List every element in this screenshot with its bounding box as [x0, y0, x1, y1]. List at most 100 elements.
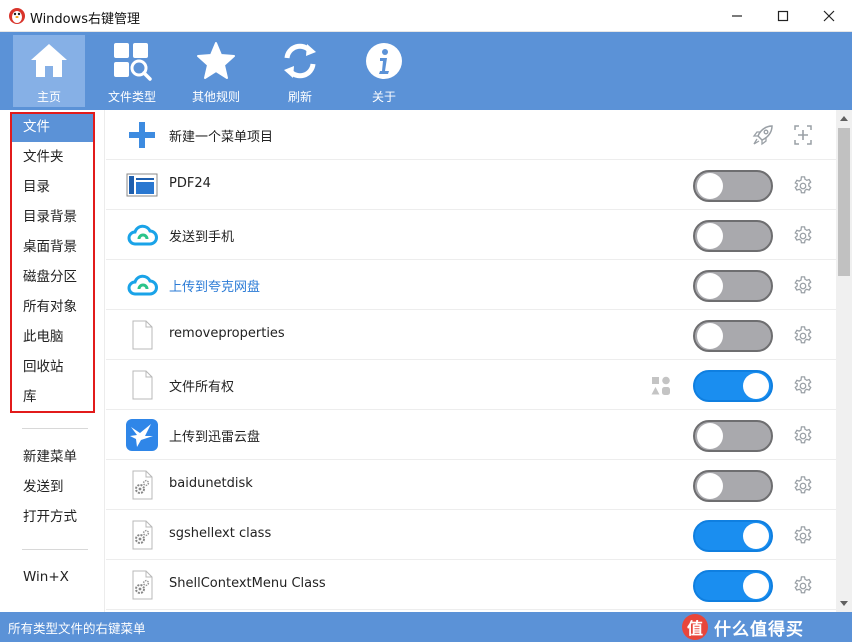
new-menu-item-row[interactable]: 新建一个菜单项目 — [106, 110, 836, 160]
home-icon — [31, 44, 67, 77]
sidebar-item-file[interactable]: 文件 — [10, 113, 94, 142]
gear-icon[interactable] — [792, 525, 814, 547]
sidebar-item-open-with[interactable]: 打开方式 — [10, 503, 94, 532]
toggle-knob — [743, 373, 769, 399]
minimize-button[interactable] — [714, 0, 760, 32]
sidebar-item-library[interactable]: 库 — [10, 383, 94, 412]
toolbar-refresh-button[interactable]: 刷新 — [264, 35, 336, 107]
toolbar-about-label: 关于 — [371, 90, 396, 104]
close-button[interactable] — [806, 0, 852, 32]
sidebar-item-win-x[interactable]: Win+X — [10, 563, 94, 592]
toolbar-other-rules-label: 其他规则 — [191, 90, 240, 104]
sidebar-item-disk-partition[interactable]: 磁盘分区 — [10, 263, 94, 292]
toolbar-file-types-label: 文件类型 — [107, 90, 156, 104]
maximize-icon — [777, 10, 789, 22]
info-icon — [366, 43, 402, 79]
toolbar-home-label: 主页 — [36, 90, 61, 104]
list-item: baidunetdisk — [106, 460, 836, 510]
file-types-icon — [114, 43, 152, 81]
enable-toggle[interactable] — [693, 270, 773, 302]
chevron-down-icon — [840, 601, 848, 606]
sidebar: 文件 文件夹 目录 目录背景 桌面背景 磁盘分区 所有对象 此电脑 回收站 库 … — [0, 110, 105, 612]
list-item: 上传到夸克网盘 — [106, 260, 836, 310]
blank-file-icon — [132, 370, 153, 400]
new-menu-item-label: 新建一个菜单项目 — [169, 130, 274, 145]
star-icon — [197, 42, 235, 79]
sidebar-item-recycle-bin[interactable]: 回收站 — [10, 353, 94, 382]
enable-toggle[interactable] — [693, 420, 773, 452]
enable-toggle[interactable] — [693, 520, 773, 552]
sidebar-item-folder[interactable]: 文件夹 — [10, 143, 94, 172]
plus-icon — [129, 122, 155, 148]
toggle-knob — [697, 173, 723, 199]
menu-item-label: 文件所有权 — [169, 380, 235, 395]
pdf24-icon — [126, 173, 158, 197]
toolbar-file-types-button[interactable]: 文件类型 — [96, 35, 168, 107]
toggle-knob — [697, 223, 723, 249]
gear-file-icon — [132, 470, 153, 500]
toggle-knob — [697, 423, 723, 449]
chevron-up-icon — [840, 116, 848, 121]
menu-item-list: 新建一个菜单项目 PDF24 发送到手机 上传到夸克网盘 removeprope… — [106, 110, 836, 612]
enable-toggle[interactable] — [693, 220, 773, 252]
enable-toggle[interactable] — [693, 470, 773, 502]
sidebar-item-all-objects[interactable]: 所有对象 — [10, 293, 94, 322]
toolbar-home-button[interactable]: 主页 — [13, 35, 85, 107]
gear-icon[interactable] — [792, 425, 814, 447]
sidebar-item-directory-background[interactable]: 目录背景 — [10, 203, 94, 232]
toolbar-other-rules-button[interactable]: 其他规则 — [180, 35, 252, 107]
enable-toggle[interactable] — [693, 320, 773, 352]
gear-file-icon — [132, 570, 153, 600]
toggle-knob — [697, 473, 723, 499]
app-window: Windows右键管理 主页 文件类型 其他规则 刷新 关于 文件 文件夹 目录… — [0, 0, 852, 642]
enable-toggle[interactable] — [693, 170, 773, 202]
app-icon — [9, 8, 25, 24]
gear-icon[interactable] — [792, 175, 814, 197]
thunder-bird-icon — [126, 419, 158, 451]
scroll-up-button[interactable] — [836, 110, 852, 127]
add-new-icon[interactable] — [792, 124, 814, 146]
gear-icon[interactable] — [792, 575, 814, 597]
menu-item-label: baidunetdisk — [169, 476, 253, 491]
enable-toggle[interactable] — [693, 370, 773, 402]
sidebar-item-new-menu[interactable]: 新建菜单 — [10, 443, 94, 472]
toolbar-about-button[interactable]: 关于 — [348, 35, 420, 107]
minimize-icon — [732, 15, 742, 17]
window-title: Windows右键管理 — [30, 12, 141, 27]
sidebar-item-directory[interactable]: 目录 — [10, 173, 94, 202]
shapes-icon[interactable] — [651, 376, 671, 396]
toggle-knob — [743, 573, 769, 599]
list-item: 上传到迅雷云盘 — [106, 410, 836, 460]
list-item: removeproperties — [106, 310, 836, 360]
menu-item-label: sgshellext class — [169, 526, 272, 541]
scroll-down-button[interactable] — [836, 595, 852, 612]
status-bar: 所有类型文件的右键菜单 值 什么值得买 — [0, 612, 852, 642]
watermark-text: 什么值得买 — [714, 619, 804, 640]
vertical-scrollbar[interactable] — [836, 110, 852, 612]
rocket-icon[interactable] — [752, 124, 774, 146]
sidebar-item-this-pc[interactable]: 此电脑 — [10, 323, 94, 352]
sidebar-item-desktop-background[interactable]: 桌面背景 — [10, 233, 94, 262]
gear-icon[interactable] — [792, 375, 814, 397]
scroll-thumb[interactable] — [838, 128, 850, 276]
gear-icon[interactable] — [792, 475, 814, 497]
gear-icon[interactable] — [792, 275, 814, 297]
watermark-logo: 值 — [682, 614, 708, 640]
title-bar: Windows右键管理 — [0, 0, 852, 32]
sidebar-divider — [22, 549, 88, 550]
gear-icon[interactable] — [792, 225, 814, 247]
status-text: 所有类型文件的右键菜单 — [8, 621, 146, 636]
menu-item-label: 上传到迅雷云盘 — [169, 430, 261, 445]
toggle-knob — [697, 273, 723, 299]
maximize-button[interactable] — [760, 0, 806, 32]
toolbar: 主页 文件类型 其他规则 刷新 关于 — [0, 32, 852, 110]
cloud-icon — [127, 274, 158, 296]
menu-item-label[interactable]: 上传到夸克网盘 — [169, 276, 260, 295]
sidebar-item-send-to[interactable]: 发送到 — [10, 473, 94, 502]
menu-item-label: PDF24 — [169, 176, 211, 191]
gear-icon[interactable] — [792, 325, 814, 347]
watermark: 值 什么值得买 — [682, 614, 804, 640]
list-item: PDF24 — [106, 160, 836, 210]
toggle-knob — [743, 523, 769, 549]
enable-toggle[interactable] — [693, 570, 773, 602]
